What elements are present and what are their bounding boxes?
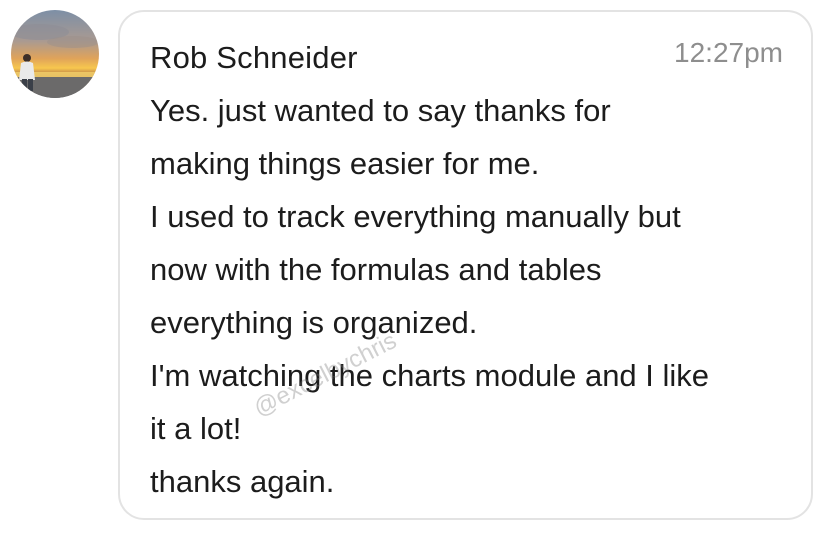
sender-name[interactable]: Rob Schneider (150, 40, 358, 76)
message-line: everything is organized. (150, 305, 478, 340)
message-line: now with the formulas and tables (150, 252, 602, 287)
message-line: thanks again. (150, 464, 335, 499)
message-line: Yes. just wanted to say thanks for (150, 93, 611, 128)
message-body: Yes. just wanted to say thanks for makin… (150, 84, 800, 508)
message-bubble[interactable]: Rob Schneider 12:27pm Yes. just wanted t… (118, 10, 813, 520)
message-line: it a lot! (150, 411, 242, 446)
message-line: making things easier for me. (150, 146, 540, 181)
avatar[interactable] (11, 10, 99, 98)
message-line: I'm watching the charts module and I lik… (150, 358, 710, 393)
message-timestamp: 12:27pm (674, 37, 783, 68)
avatar-photo-icon (11, 10, 99, 98)
chat-view: Rob Schneider 12:27pm Yes. just wanted t… (0, 0, 832, 538)
message-line: I used to track everything manually but (150, 199, 681, 234)
